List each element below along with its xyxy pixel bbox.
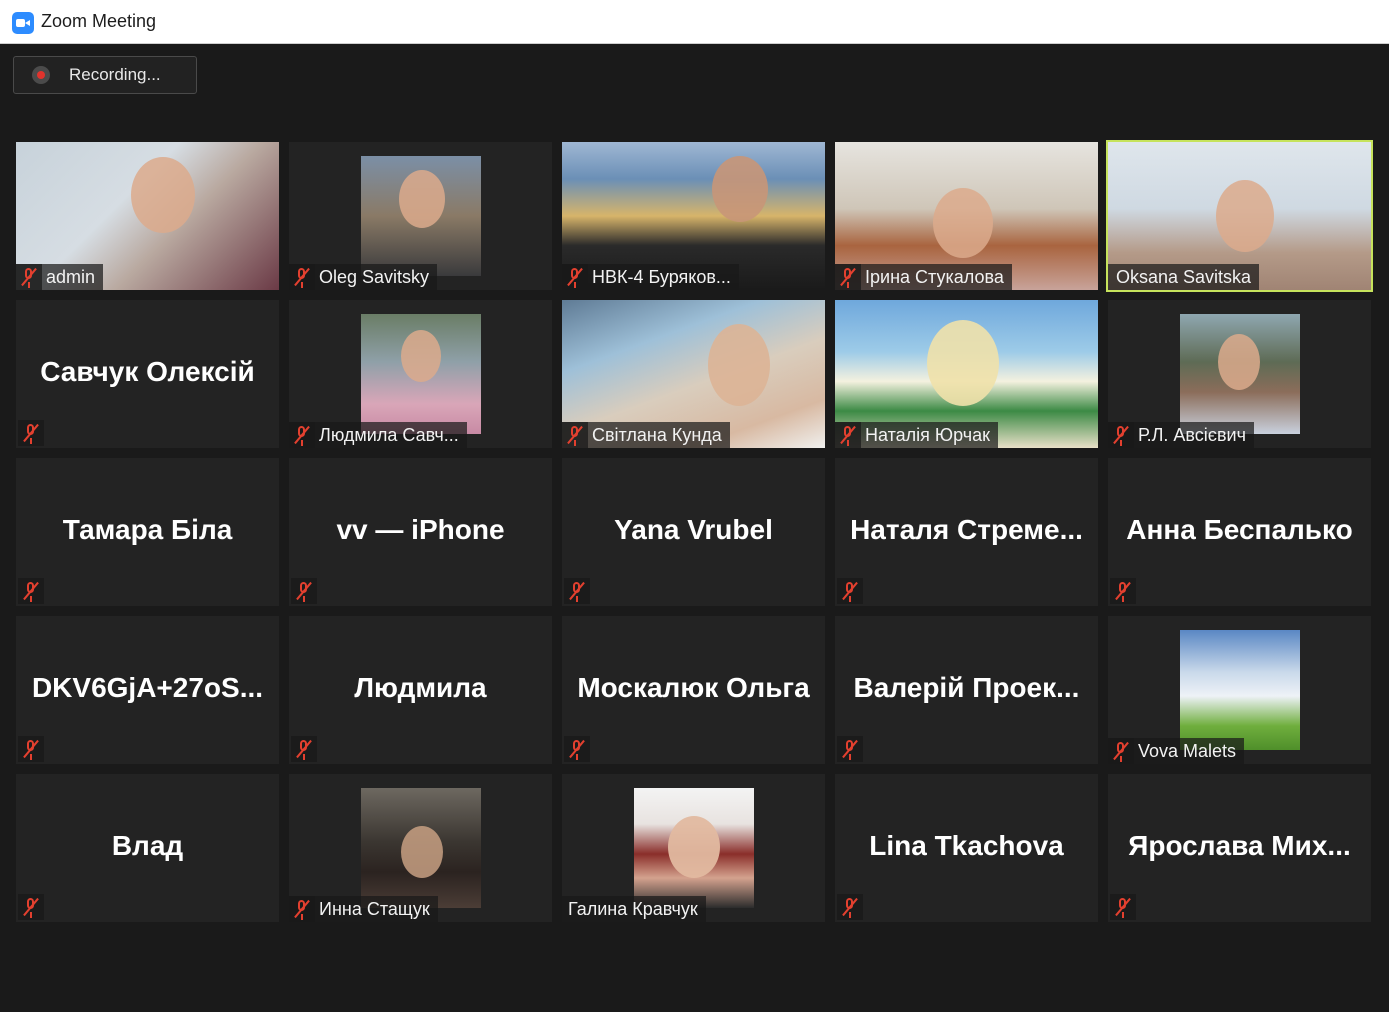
participant-name-bar: Ірина Стукалова xyxy=(835,264,1012,290)
participant-tile[interactable]: Р.Л. Авсієвич xyxy=(1108,300,1371,448)
participant-display-name: Наталя Стреме... xyxy=(850,514,1083,545)
mic-muted-icon xyxy=(18,578,44,604)
participant-name-bar: Oleg Savitsky xyxy=(289,264,438,290)
participant-tile[interactable]: Валерій Проек... xyxy=(835,616,1098,764)
mic-muted-icon xyxy=(1108,738,1134,764)
participant-tile[interactable]: Наталія Юрчак xyxy=(835,300,1098,448)
mic-muted-icon xyxy=(1110,894,1136,920)
participant-tile[interactable]: Галина Кравчук xyxy=(562,774,825,922)
recording-indicator[interactable]: Recording... xyxy=(13,56,197,94)
meeting-stage: Recording... admin Oleg Savitsky НВК-4 Б… xyxy=(0,44,1389,1012)
mic-muted-icon xyxy=(289,422,315,448)
participant-tile[interactable]: Ірина Стукалова xyxy=(835,142,1098,290)
window-title: Zoom Meeting xyxy=(41,11,157,31)
participant-name: Инна Стащук xyxy=(319,898,430,919)
mic-muted-icon xyxy=(1108,422,1134,448)
mic-muted-icon xyxy=(835,264,861,290)
participant-name: Світлана Кунда xyxy=(592,424,722,445)
mic-muted-icon xyxy=(837,578,863,604)
participant-name-bar: Світлана Кунда xyxy=(562,422,730,448)
mic-muted-icon xyxy=(562,264,588,290)
participant-tile[interactable]: Тамара Біла xyxy=(16,458,279,606)
participant-avatar xyxy=(1180,314,1300,434)
participant-tile-active-speaker[interactable]: Oksana Savitska xyxy=(1106,140,1373,292)
participant-tile[interactable]: Ярослава Мих... xyxy=(1108,774,1371,922)
participant-display-name: Валерій Проек... xyxy=(853,672,1080,703)
record-dot-icon xyxy=(32,66,50,84)
participant-name-bar: Людмила Савч... xyxy=(289,422,467,448)
participant-name: НВК-4 Буряков... xyxy=(592,266,731,287)
mic-muted-icon xyxy=(564,578,590,604)
participant-avatar xyxy=(1180,630,1300,750)
zoom-camera-icon xyxy=(12,12,34,34)
participant-tile[interactable]: Lina Tkachova xyxy=(835,774,1098,922)
mic-muted-icon xyxy=(562,422,588,448)
participant-name: Ірина Стукалова xyxy=(865,266,1004,287)
mic-muted-icon xyxy=(835,422,861,448)
participant-tile[interactable]: admin xyxy=(16,142,279,290)
title-bar: Zoom Meeting xyxy=(0,0,1389,44)
mic-muted-icon xyxy=(291,578,317,604)
participant-display-name: Анна Беспалько xyxy=(1126,514,1353,545)
participant-display-name: vv — iPhone xyxy=(336,514,505,545)
gallery-grid: admin Oleg Savitsky НВК-4 Буряков... Іри… xyxy=(16,140,1373,922)
participant-tile[interactable]: Yana Vrubel xyxy=(562,458,825,606)
participant-name-bar: Р.Л. Авсієвич xyxy=(1108,422,1254,448)
participant-tile[interactable]: Людмила xyxy=(289,616,552,764)
participant-name: Р.Л. Авсієвич xyxy=(1138,424,1246,445)
participant-tile[interactable]: Наталя Стреме... xyxy=(835,458,1098,606)
mic-muted-icon xyxy=(291,736,317,762)
participant-name: Vova Malets xyxy=(1138,740,1237,761)
mic-muted-icon xyxy=(289,264,315,290)
participant-tile[interactable]: Влад xyxy=(16,774,279,922)
mic-muted-icon xyxy=(18,894,44,920)
participant-tile[interactable]: Савчук Олексій xyxy=(16,300,279,448)
participant-tile[interactable]: Инна Стащук xyxy=(289,774,552,922)
participant-display-name: Тамара Біла xyxy=(62,514,233,545)
participant-name: Oksana Savitska xyxy=(1116,266,1252,287)
participant-avatar xyxy=(361,156,481,276)
participant-display-name: Lina Tkachova xyxy=(869,830,1064,861)
mic-muted-icon xyxy=(16,264,42,290)
participant-tile[interactable]: Vova Malets xyxy=(1108,616,1371,764)
participant-name-bar: Наталія Юрчак xyxy=(835,422,998,448)
participant-avatar xyxy=(634,788,754,908)
participant-display-name: Ярослава Мих... xyxy=(1128,830,1351,861)
mic-muted-icon xyxy=(1110,578,1136,604)
participant-name: Людмила Савч... xyxy=(319,424,459,445)
participant-display-name: DKV6GjA+27oS... xyxy=(31,672,264,703)
participant-display-name: Москалюк Ольга xyxy=(577,672,810,703)
mic-muted-icon xyxy=(289,896,315,922)
participant-name-bar: НВК-4 Буряков... xyxy=(562,264,739,290)
participant-tile[interactable]: Oleg Savitsky xyxy=(289,142,552,290)
participant-display-name: Влад xyxy=(111,830,184,861)
participant-tile[interactable]: НВК-4 Буряков... xyxy=(562,142,825,290)
participant-tile[interactable]: DKV6GjA+27oS... xyxy=(16,616,279,764)
mic-muted-icon xyxy=(837,736,863,762)
participant-name: Наталія Юрчак xyxy=(865,424,990,445)
participant-display-name: Савчук Олексій xyxy=(40,356,255,387)
participant-name-bar: Oksana Savitska xyxy=(1108,264,1260,290)
participant-display-name: Людмила xyxy=(354,672,487,703)
mic-muted-icon xyxy=(837,894,863,920)
participant-display-name: Yana Vrubel xyxy=(614,514,773,545)
mic-muted-icon xyxy=(564,736,590,762)
participant-tile[interactable]: Москалюк Ольга xyxy=(562,616,825,764)
participant-tile[interactable]: Людмила Савч... xyxy=(289,300,552,448)
participant-avatar xyxy=(361,788,481,908)
recording-label: Recording... xyxy=(69,65,161,84)
participant-name-bar: admin xyxy=(16,264,104,290)
participant-avatar xyxy=(361,314,481,434)
participant-tile[interactable]: vv — iPhone xyxy=(289,458,552,606)
participant-name-bar: Инна Стащук xyxy=(289,896,438,922)
participant-tile[interactable]: Анна Беспалько xyxy=(1108,458,1371,606)
mic-muted-icon xyxy=(18,420,44,446)
participant-name-bar: Vova Malets xyxy=(1108,738,1245,764)
participant-name: Oleg Savitsky xyxy=(319,266,430,287)
participant-name: Галина Кравчук xyxy=(568,898,698,919)
mic-muted-icon xyxy=(18,736,44,762)
participant-name: admin xyxy=(46,266,96,287)
participant-name-bar: Галина Кравчук xyxy=(562,896,706,922)
participant-tile[interactable]: Світлана Кунда xyxy=(562,300,825,448)
